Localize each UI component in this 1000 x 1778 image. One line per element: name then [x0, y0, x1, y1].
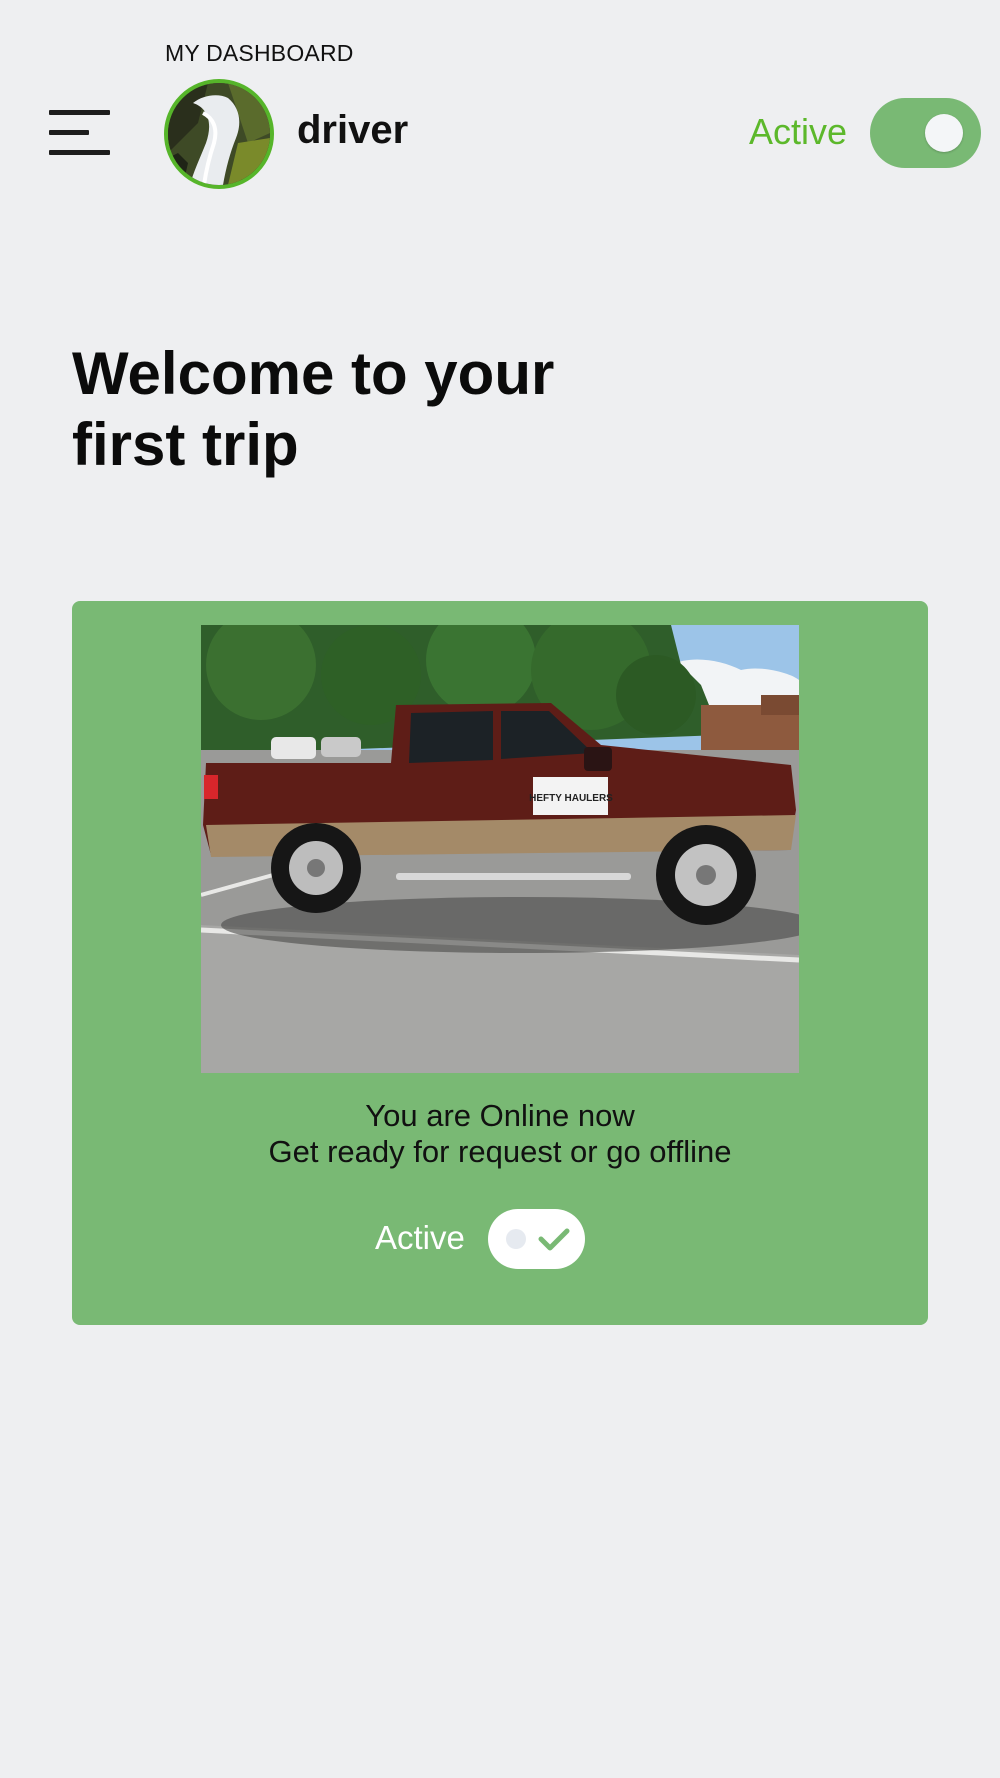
welcome-line-1: Welcome to your [72, 340, 555, 407]
vehicle-photo: HEFTY HAULERS [201, 625, 799, 1073]
status-label: Active [749, 111, 848, 152]
card-online-toggle[interactable] [488, 1209, 585, 1269]
welcome-heading: Welcome to your first trip [72, 338, 632, 480]
online-status-toggle[interactable] [870, 98, 981, 168]
welcome-line-2: first trip [72, 411, 299, 478]
toggle-knob [506, 1229, 526, 1249]
card-toggle-label: Active [375, 1219, 465, 1256]
checkmark-icon [538, 1228, 570, 1251]
username: driver [297, 108, 409, 152]
online-status-text: You are Online now [365, 1098, 635, 1133]
vehicle-sign-text: HEFTY HAULERS [529, 793, 613, 804]
dashboard-screen: MY DASHBOARD driver Active Welcome to yo… [0, 0, 1000, 1778]
online-status-card: HEFTY HAULERS You are Online now Get rea… [72, 601, 928, 1325]
avatar[interactable] [164, 79, 274, 189]
online-status-subtext: Get ready for request or go offline [268, 1134, 732, 1169]
page-title: MY DASHBOARD [165, 40, 354, 66]
hamburger-menu-icon[interactable] [49, 108, 111, 158]
toggle-knob [925, 114, 963, 152]
